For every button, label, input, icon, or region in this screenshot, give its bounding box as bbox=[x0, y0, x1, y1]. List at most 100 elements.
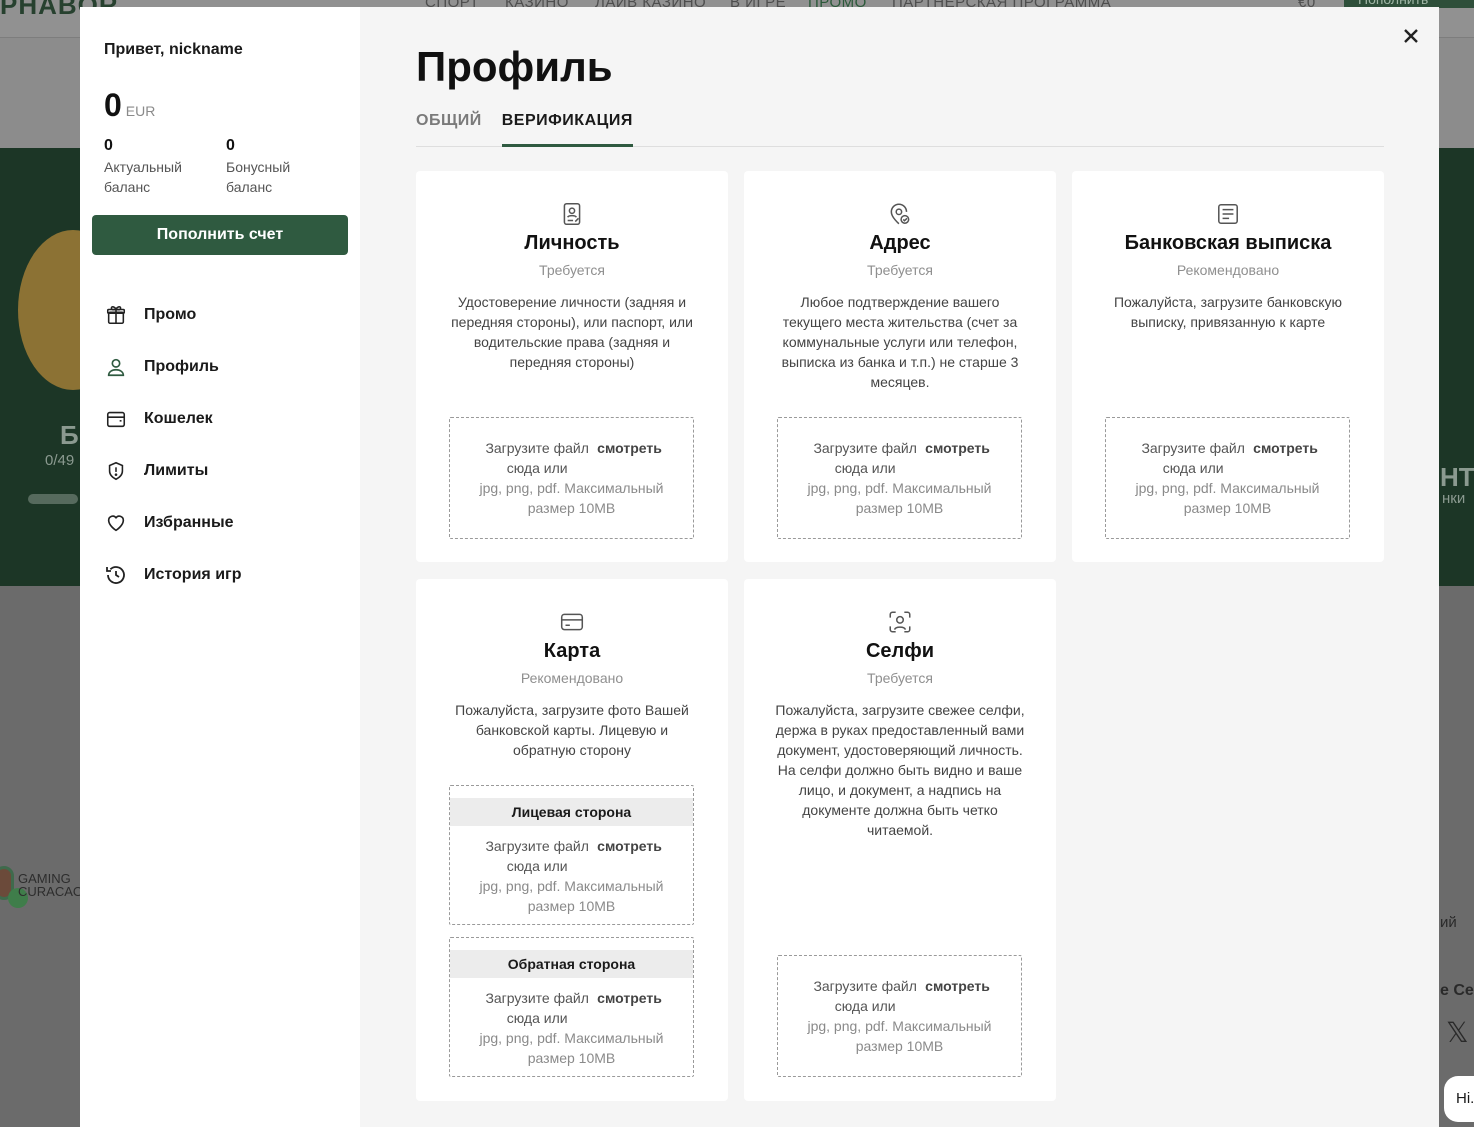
user-icon bbox=[104, 355, 128, 379]
browse-link[interactable]: смотреть bbox=[597, 988, 662, 1028]
browse-link[interactable]: смотреть bbox=[925, 976, 990, 1016]
sidebar-item-favorites[interactable]: Избранные bbox=[104, 497, 241, 549]
sidebar-item-label: Профиль bbox=[144, 358, 219, 375]
browse-link[interactable]: смотреть bbox=[1253, 438, 1318, 478]
sidebar-item-profile[interactable]: Профиль bbox=[104, 341, 241, 393]
card-title: Банковская выписка bbox=[1124, 232, 1332, 254]
card-status: Рекомендовано bbox=[1176, 262, 1280, 278]
upload-hint: jpg, png, pdf. Максимальный размер 10MB bbox=[479, 878, 664, 914]
sidebar-item-game-history[interactable]: История игр bbox=[104, 549, 241, 601]
bonus-balance-label: Бонусный баланс bbox=[226, 159, 291, 195]
upload-hint: jpg, png, pdf. Максимальный размер 10MB bbox=[479, 480, 664, 516]
actual-balance: 0 Актуальный баланс bbox=[104, 137, 214, 197]
background-hero-right-small: нки bbox=[1442, 490, 1466, 507]
browse-link[interactable]: смотреть bbox=[925, 438, 990, 478]
card-status: Требуется bbox=[867, 262, 933, 278]
verification-card-identity: Личность Требуется Удостоверение личност… bbox=[416, 171, 728, 562]
balance: 0 EUR bbox=[104, 87, 155, 124]
background-right-text-2: е Се bbox=[1440, 982, 1474, 999]
upload-drop-text: Загрузите файл сюда или bbox=[485, 440, 589, 476]
upload-drop-text: Загрузите файл сюда или bbox=[813, 440, 917, 476]
main-content: Профиль ОБЩИЙ ВЕРИФИКАЦИЯ Личность Требу… bbox=[360, 7, 1439, 1127]
file-upload-front-side[interactable]: Лицевая сторона Загрузите файл сюда или … bbox=[449, 785, 694, 925]
upload-hint: jpg, png, pdf. Максимальный размер 10MB bbox=[1135, 480, 1320, 516]
back-side-label: Обратная сторона bbox=[450, 950, 693, 978]
sidebar-item-label: Лимиты bbox=[144, 462, 209, 479]
verification-card-bank-card: Карта Рекомендовано Пожалуйста, загрузит… bbox=[416, 579, 728, 1101]
close-modal-button[interactable] bbox=[1398, 23, 1424, 49]
sidebar-menu: Промо Профиль Кошелек Лимиты Избранные И… bbox=[104, 289, 241, 601]
shield-icon bbox=[104, 459, 128, 483]
card-description: Пожалуйста, загрузите свежее селфи, держ… bbox=[775, 702, 1025, 838]
sidebar-item-label: Избранные bbox=[144, 514, 234, 531]
file-upload-dropzone[interactable]: Загрузите файл сюда или смотреть jpg, pn… bbox=[1105, 417, 1350, 539]
sidebar-item-label: Кошелек bbox=[144, 410, 213, 427]
card-title: Карта bbox=[543, 640, 601, 662]
upload-hint: jpg, png, pdf. Максимальный размер 10MB bbox=[807, 1018, 992, 1054]
card-description: Удостоверение личности (задняя и передня… bbox=[451, 294, 693, 370]
upload-drop-text: Загрузите файл сюда или bbox=[485, 838, 589, 874]
statement-icon bbox=[1218, 204, 1238, 224]
greeting: Привет, nickname bbox=[104, 41, 243, 58]
browse-link[interactable]: смотреть bbox=[597, 438, 662, 478]
tab-general[interactable]: ОБЩИЙ bbox=[416, 110, 482, 147]
background-hero-right-text: НТ bbox=[1440, 462, 1474, 492]
upload-drop-text: Загрузите файл сюда или bbox=[485, 990, 589, 1026]
file-upload-back-side[interactable]: Обратная сторона Загрузите файл сюда или… bbox=[449, 937, 694, 1077]
card-title: Личность bbox=[524, 232, 620, 254]
card-description: Пожалуйста, загрузите фото Вашей банковс… bbox=[455, 702, 689, 758]
browse-link[interactable]: смотреть bbox=[597, 836, 662, 876]
profile-modal: Привет, nickname 0 EUR 0 Актуальный бала… bbox=[80, 7, 1439, 1127]
verification-card-bank-statement: Банковская выписка Рекомендовано Пожалуй… bbox=[1072, 171, 1384, 562]
actual-balance-label: Актуальный баланс bbox=[104, 159, 182, 195]
sidebar-item-label: История игр bbox=[144, 566, 242, 583]
history-icon bbox=[104, 563, 128, 587]
background-hero-progress: 0/49 bbox=[45, 452, 75, 469]
card-icon bbox=[560, 613, 584, 631]
gift-icon bbox=[104, 303, 128, 327]
face-scan-icon bbox=[889, 611, 911, 633]
verification-card-address: Адрес Требуется Любое подтверждение ваше… bbox=[744, 171, 1056, 562]
card-status: Требуется bbox=[867, 670, 933, 686]
id-document-icon bbox=[563, 202, 581, 226]
verification-card-selfie: Селфи Требуется Пожалуйста, загрузите св… bbox=[744, 579, 1056, 1101]
card-title: Селфи bbox=[865, 640, 935, 662]
heart-icon bbox=[104, 511, 128, 535]
card-description: Любое подтверждение вашего текущего мест… bbox=[781, 294, 1019, 390]
file-upload-dropzone[interactable]: Загрузите файл сюда или смотреть jpg, pn… bbox=[777, 417, 1022, 539]
sidebar-item-wallet[interactable]: Кошелек bbox=[104, 393, 241, 445]
file-upload-dropzone[interactable]: Загрузите файл сюда или смотреть jpg, pn… bbox=[449, 417, 694, 539]
sidebar-item-promo[interactable]: Промо bbox=[104, 289, 241, 341]
bonus-balance-value: 0 bbox=[226, 137, 235, 154]
sidebar: Привет, nickname 0 EUR 0 Актуальный бала… bbox=[80, 7, 360, 1127]
card-status: Рекомендовано bbox=[520, 670, 624, 686]
x-social-icon: 𝕏 bbox=[1446, 1017, 1469, 1048]
background-hero-letter: Б bbox=[60, 420, 79, 450]
background-right-text-1: ий bbox=[1440, 914, 1457, 931]
front-side-label: Лицевая сторона bbox=[450, 798, 693, 826]
card-title: Адрес bbox=[869, 232, 931, 254]
balance-currency: EUR bbox=[125, 103, 156, 119]
upload-drop-text: Загрузите файл сюда или bbox=[813, 978, 917, 1014]
location-pin-icon bbox=[890, 203, 910, 225]
upload-hint: jpg, png, pdf. Максимальный размер 10MB bbox=[479, 1030, 664, 1066]
deposit-button[interactable]: Пополнить счет bbox=[92, 215, 348, 255]
wallet-icon bbox=[104, 407, 128, 431]
close-icon bbox=[1404, 29, 1418, 43]
bonus-balance: 0 Бонусный баланс bbox=[226, 137, 336, 197]
sidebar-item-limits[interactable]: Лимиты bbox=[104, 445, 241, 497]
card-description: Пожалуйста, загрузите банковскую выписку… bbox=[1113, 294, 1343, 330]
file-upload-dropzone[interactable]: Загрузите файл сюда или смотреть jpg, pn… bbox=[777, 955, 1022, 1077]
chat-bubble[interactable]: Hi. bbox=[1444, 1076, 1474, 1122]
background-progress-bar bbox=[28, 494, 78, 504]
upload-hint: jpg, png, pdf. Максимальный размер 10MB bbox=[807, 480, 992, 516]
tab-verification[interactable]: ВЕРИФИКАЦИЯ bbox=[501, 110, 633, 147]
page-title: Профиль bbox=[416, 43, 613, 90]
gaming-curacao-text: GAMING CURACAO bbox=[18, 871, 84, 899]
actual-balance-value: 0 bbox=[104, 137, 113, 154]
card-status: Требуется bbox=[539, 262, 605, 278]
upload-drop-text: Загрузите файл сюда или bbox=[1141, 440, 1245, 476]
sidebar-item-label: Промо bbox=[144, 306, 197, 323]
balance-amount: 0 bbox=[104, 87, 122, 123]
profile-tabs: ОБЩИЙ ВЕРИФИКАЦИЯ bbox=[416, 110, 1384, 147]
